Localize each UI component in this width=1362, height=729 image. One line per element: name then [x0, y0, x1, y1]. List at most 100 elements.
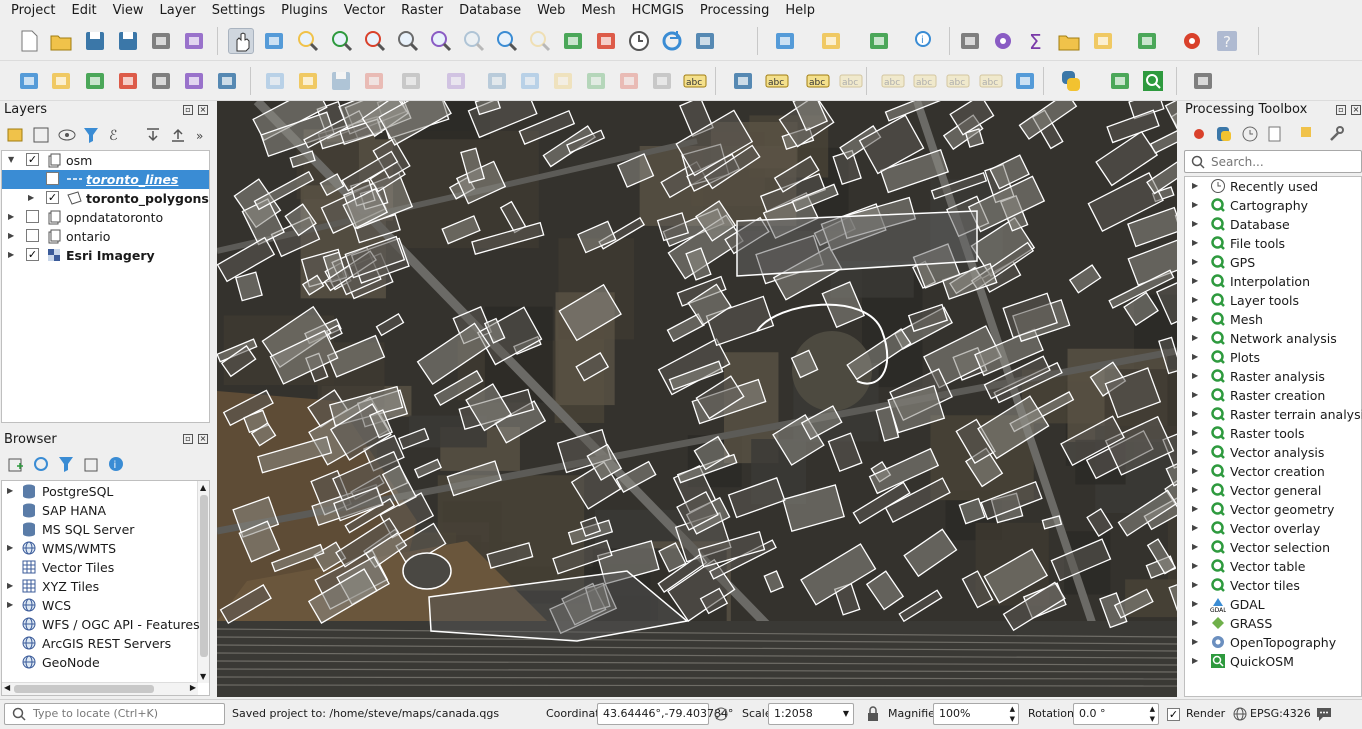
menu-settings[interactable]: Settings	[204, 0, 273, 21]
browser-item[interactable]: MS SQL Server	[2, 520, 195, 539]
toolbox-group[interactable]: ▶ Mesh	[1185, 310, 1361, 329]
new-temp-layer-icon[interactable]	[214, 68, 240, 94]
close-panel-icon[interactable]: ×	[198, 434, 208, 444]
expand-arrow-icon[interactable]: ▶	[1192, 390, 1200, 399]
browser-item[interactable]: SAP HANA	[2, 501, 195, 520]
menu-hcmgis[interactable]: HCMGIS	[624, 0, 692, 21]
measure-icon[interactable]	[1090, 28, 1116, 54]
refresh-icon[interactable]	[34, 457, 48, 471]
browser-item[interactable]: WFS / OGC API - Features	[2, 615, 200, 634]
new-virtual-layer-icon[interactable]	[181, 68, 207, 94]
eye-icon[interactable]	[58, 129, 76, 141]
browser-item[interactable]: ▶ PostgreSQL	[2, 482, 195, 501]
coordinate-field[interactable]: 43.64446°,-79.403784°	[597, 703, 733, 725]
menu-database[interactable]: Database	[451, 0, 529, 21]
select-by-expression-icon[interactable]	[772, 28, 798, 54]
magnifier-spinbox[interactable]: 100% ▲ ▼	[933, 703, 1019, 725]
collapse-all-icon[interactable]	[172, 128, 184, 142]
save-project-icon[interactable]	[82, 28, 108, 54]
scroll-thumb[interactable]	[14, 685, 154, 693]
layer-item[interactable]: toronto_lines	[2, 170, 209, 189]
horizontal-scrollbar[interactable]: ◀ ▶	[2, 682, 198, 695]
add-selected-icon[interactable]	[8, 458, 23, 472]
lock-icon[interactable]	[866, 706, 880, 722]
zoom-in-icon[interactable]	[295, 28, 321, 54]
messages-icon[interactable]	[1315, 706, 1333, 722]
new-geopackage-icon[interactable]	[48, 68, 74, 94]
toolbox-group[interactable]: ▶ Vector overlay	[1185, 519, 1361, 538]
expand-arrow-icon[interactable]: ▶	[1192, 200, 1200, 209]
expand-arrow-icon[interactable]: ▶	[1192, 656, 1200, 665]
expand-arrow-icon[interactable]: ▶	[7, 600, 15, 609]
float-panel-icon[interactable]: ▫	[1336, 105, 1346, 115]
hcmgis-icon[interactable]	[1190, 68, 1216, 94]
filter-icon[interactable]	[59, 457, 73, 472]
crs-button[interactable]: EPSG:4326	[1250, 700, 1311, 728]
zoom-out-icon[interactable]	[329, 28, 355, 54]
zoom-to-layer-icon[interactable]	[428, 28, 454, 54]
attribute-table-icon[interactable]	[957, 28, 983, 54]
expand-arrow-icon[interactable]: ▶	[1192, 352, 1200, 361]
python-scripts-icon[interactable]	[1217, 127, 1231, 141]
expand-arrow-icon[interactable]: ▶	[8, 250, 16, 259]
toolbox-group[interactable]: ▶ Plots	[1185, 348, 1361, 367]
expand-arrow-icon[interactable]: ▶	[8, 212, 16, 221]
expand-arrow-icon[interactable]: ▶	[1192, 580, 1200, 589]
digitize-icon[interactable]	[115, 68, 141, 94]
pan-to-selection-icon[interactable]	[261, 28, 287, 54]
osm-download-icon[interactable]	[1012, 68, 1038, 94]
move-label-icon[interactable]: abc	[912, 68, 938, 94]
toolbox-group[interactable]: ▶ Raster terrain analysis	[1185, 405, 1362, 424]
expand-arrow-icon[interactable]: ▶	[1192, 333, 1200, 342]
layer-item[interactable]: ▼ ✓ osm	[2, 151, 209, 170]
expand-arrow-icon[interactable]: ▶	[1192, 618, 1200, 627]
processing-gear-icon[interactable]	[990, 28, 1016, 54]
toolbox-group[interactable]: ▶ Vector tiles	[1185, 576, 1361, 595]
identify-icon[interactable]: i	[912, 28, 938, 54]
toolbox-group[interactable]: ▶ Vector analysis	[1185, 443, 1361, 462]
toolbox-group[interactable]: ▶ Interpolation	[1185, 272, 1361, 291]
scroll-thumb[interactable]	[200, 495, 208, 657]
label-layer-icon[interactable]: abc	[764, 68, 790, 94]
delete-icon[interactable]	[484, 68, 510, 94]
deselect-icon[interactable]	[818, 28, 844, 54]
render-checkbox[interactable]: ✓	[1167, 708, 1180, 721]
cut-icon[interactable]	[517, 68, 543, 94]
expand-arrow-icon[interactable]: ▶	[1192, 181, 1200, 190]
scroll-up-icon[interactable]: ▲	[200, 483, 206, 492]
map-canvas[interactable]	[217, 101, 1177, 697]
toolbox-group[interactable]: ▶ Recently used	[1185, 177, 1361, 196]
expand-arrow-icon[interactable]: ▶	[1192, 219, 1200, 228]
browser-item[interactable]: ▶ WCS	[2, 596, 195, 615]
layer-visibility-checkbox[interactable]	[26, 229, 39, 242]
spin-down-icon[interactable]: ▼	[1010, 709, 1015, 729]
toolbox-group[interactable]: ▶ Vector geometry	[1185, 500, 1361, 519]
expand-arrow-icon[interactable]: ▶	[1192, 276, 1200, 285]
menu-edit[interactable]: Edit	[63, 0, 104, 21]
edits-icon[interactable]	[262, 68, 288, 94]
show-hide-labels-icon[interactable]: abc	[880, 68, 906, 94]
toolbox-group[interactable]: ▶ File tools	[1185, 234, 1361, 253]
menu-layer[interactable]: Layer	[152, 0, 204, 21]
float-panel-icon[interactable]: ▫	[183, 105, 193, 115]
expand-arrow-icon[interactable]: ▶	[1192, 523, 1200, 532]
layer-item[interactable]: ▶ opndatatoronto	[2, 208, 209, 227]
float-panel-icon[interactable]: ▫	[183, 434, 193, 444]
edit-features-in-place-icon[interactable]	[1301, 127, 1311, 137]
coordinate-toggle-icon[interactable]	[713, 706, 729, 722]
new-spatialite-icon[interactable]	[148, 68, 174, 94]
add-group-icon[interactable]	[33, 127, 49, 143]
menu-vector[interactable]: Vector	[336, 0, 393, 21]
layer-item[interactable]: ▶ ✓ Esri Imagery	[2, 246, 209, 265]
toolbox-group[interactable]: ▶ GDAL GDAL	[1185, 595, 1361, 614]
vertical-scrollbar[interactable]: ▲ ▼	[197, 481, 209, 683]
new-project-icon[interactable]	[16, 28, 42, 54]
browser-item[interactable]: ArcGIS REST Servers	[2, 634, 195, 653]
toolbox-group[interactable]: ▶ Vector creation	[1185, 462, 1361, 481]
zoom-to-selection-icon[interactable]	[395, 28, 421, 54]
collapse-all-icon[interactable]	[84, 458, 98, 472]
toolbox-group[interactable]: ▶ Vector general	[1185, 481, 1361, 500]
print-layout-icon[interactable]	[148, 28, 174, 54]
toolbox-group[interactable]: ▶ Network analysis	[1185, 329, 1361, 348]
menu-mesh[interactable]: Mesh	[573, 0, 623, 21]
